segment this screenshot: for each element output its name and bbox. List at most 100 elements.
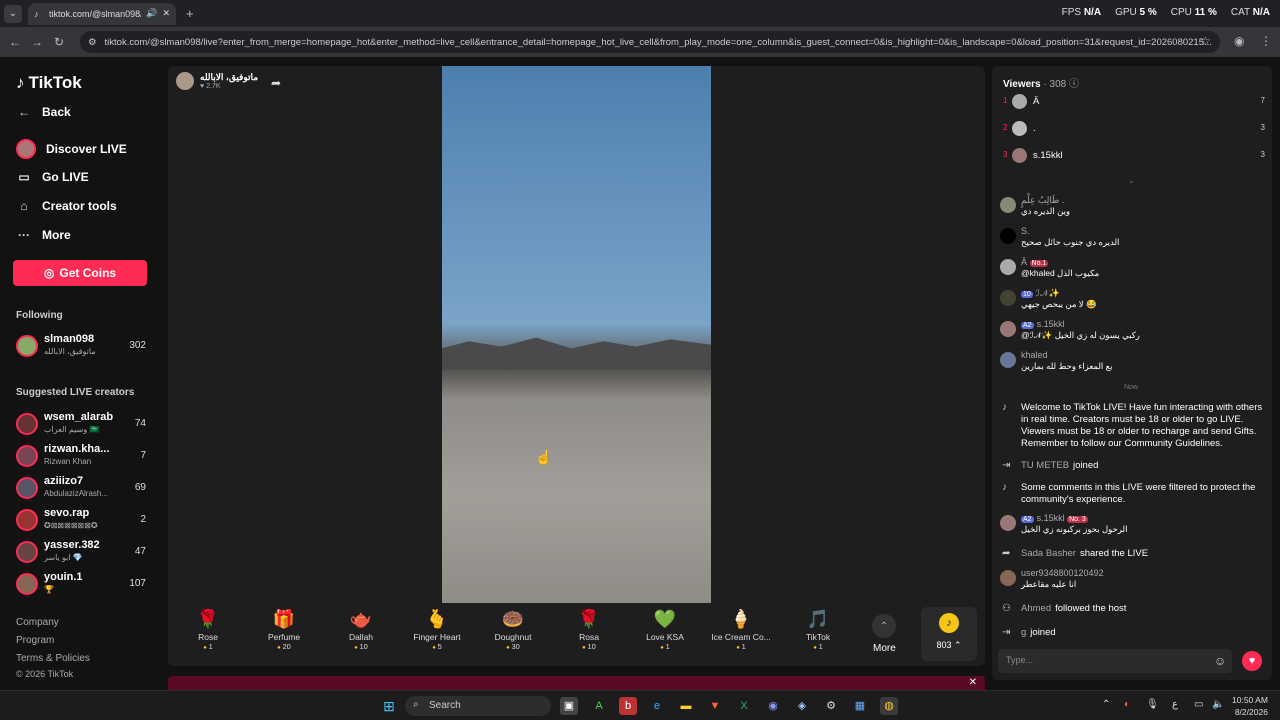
- following-item[interactable]: slman098 ماتوفيق، الابالله 302: [16, 333, 146, 361]
- speaker-icon[interactable]: 🔊: [146, 8, 157, 19]
- get-coins-button[interactable]: ◎ Get Coins: [13, 260, 147, 286]
- viewers-header[interactable]: Viewers · 308 ⓘ: [1003, 75, 1079, 90]
- photos-icon[interactable]: ▦: [851, 697, 869, 715]
- brave-icon[interactable]: ▼: [706, 697, 724, 715]
- sidebar: ♪ TikTok ← Back Discover LIVE ▭ Go LIVE ⌂ Cr…: [0, 57, 160, 690]
- suggested-creator[interactable]: sevo.rap ✪⊠⊠⊠⊠⊠⊠✪ 2: [16, 507, 146, 535]
- avatar: [1000, 197, 1016, 213]
- bookmark-star-icon[interactable]: ☆: [1200, 34, 1211, 48]
- gift-name: Rosa: [579, 632, 599, 642]
- info-icon[interactable]: ⓘ: [1069, 79, 1079, 90]
- footer-company-link[interactable]: Company: [16, 617, 59, 628]
- app-icon[interactable]: b: [619, 697, 637, 715]
- message-user[interactable]: A2 s.15kkl No. 3: [1021, 513, 1091, 523]
- tab-search-button[interactable]: ⌄: [4, 4, 22, 23]
- suggested-creator[interactable]: rizwan.kha... Rizwan Khan 7: [16, 443, 146, 471]
- gift-item[interactable]: 🌹 Rosa10: [559, 606, 619, 651]
- tray-app-icon[interactable]: ◐: [1124, 699, 1130, 710]
- viewer-name: .: [1033, 123, 1036, 134]
- task-view-icon[interactable]: ▣: [560, 697, 578, 715]
- new-tab-button[interactable]: +: [186, 6, 194, 21]
- like-heart-button[interactable]: ♥: [1242, 651, 1262, 671]
- settings-icon[interactable]: ⚙: [822, 697, 840, 715]
- emoji-icon[interactable]: ☺: [1214, 654, 1226, 668]
- share-icon[interactable]: ➦: [271, 76, 281, 90]
- suggested-creator[interactable]: youin.1 🏆 107: [16, 571, 146, 599]
- message-user[interactable]: Ä No.1: [1021, 257, 1051, 267]
- creator-subtitle: ماتوفيق، الابالله: [44, 347, 96, 356]
- message-user[interactable]: S.: [1021, 226, 1030, 236]
- gift-item[interactable]: 🍦 Ice Cream Co...1: [711, 606, 771, 651]
- language-indicator[interactable]: ع: [1172, 699, 1178, 710]
- sidebar-item-creator-tools[interactable]: ⌂ Creator tools: [16, 199, 116, 213]
- more-gifts-button[interactable]: More: [873, 643, 896, 654]
- edge-icon[interactable]: e: [648, 697, 666, 715]
- gift-name: Doughnut: [494, 632, 532, 642]
- volume-icon[interactable]: 🔈: [1212, 699, 1224, 710]
- reload-icon[interactable]: ↻: [48, 35, 70, 49]
- event-user[interactable]: g: [1021, 627, 1026, 638]
- browser-menu-icon[interactable]: ⋮: [1260, 34, 1272, 48]
- event-user[interactable]: Ahmed: [1021, 603, 1051, 614]
- discord-icon[interactable]: ◉: [764, 697, 782, 715]
- tray-chevron-icon[interactable]: ⌃: [1102, 699, 1110, 710]
- message-user[interactable]: A2 s.15kkl: [1021, 319, 1065, 329]
- chevron-down-icon[interactable]: ⌄: [1128, 176, 1135, 185]
- back-arrow-icon[interactable]: ←: [4, 35, 26, 49]
- host-info[interactable]: ماتوفيق، الابالله ♥ 2.7K: [176, 72, 258, 90]
- suggested-creator[interactable]: yasser.382 ابو ياسر 💎 47: [16, 539, 146, 567]
- tab-close-icon[interactable]: ✕: [162, 8, 170, 19]
- footer-program-link[interactable]: Program: [16, 635, 54, 646]
- sidebar-item-go-live[interactable]: ▭ Go LIVE: [16, 170, 88, 184]
- forward-arrow-icon[interactable]: →: [26, 35, 48, 49]
- avatar: [16, 509, 38, 531]
- gift-item[interactable]: 🫖 Dallah10: [331, 606, 391, 651]
- url-field[interactable]: ⚙ tiktok.com/@slman098/live?enter_from_m…: [80, 31, 1220, 53]
- creator-subtitle: ابو ياسر 💎: [44, 553, 83, 562]
- app-icon[interactable]: A: [590, 697, 608, 715]
- message-user[interactable]: khaled: [1021, 350, 1048, 360]
- suggested-creator[interactable]: aziiizo7 AbdulazizAlrash... 69: [16, 475, 146, 503]
- message-user[interactable]: user9348800120492: [1021, 568, 1104, 578]
- message-user[interactable]: 10 ℐ𝒩✨: [1021, 288, 1060, 299]
- close-banner-icon[interactable]: ✕: [969, 677, 977, 688]
- finger-heart-icon: 🫰: [425, 609, 449, 629]
- windows-start-icon[interactable]: ⊞: [380, 697, 398, 715]
- event-user[interactable]: Sada Basher: [1021, 548, 1076, 559]
- coin-balance[interactable]: ♪ 803 ⌃: [921, 607, 977, 661]
- sidebar-item-discover-live[interactable]: Discover LIVE: [16, 139, 127, 159]
- gift-item[interactable]: 🍩 Doughnut30: [483, 606, 543, 651]
- site-info-icon[interactable]: ⚙: [88, 37, 97, 48]
- event-user[interactable]: TU METEB: [1021, 460, 1069, 471]
- back-link[interactable]: ← Back: [16, 105, 71, 119]
- chat-input[interactable]: Type...: [998, 649, 1232, 673]
- taskbar-search[interactable]: ⌕ Search: [405, 696, 551, 716]
- network-icon[interactable]: ▭: [1194, 699, 1203, 710]
- live-video[interactable]: [442, 66, 711, 603]
- gift-item[interactable]: 🎵 TikTok1: [788, 606, 848, 651]
- suggested-creator[interactable]: wsem_alarab وسيم العراب 🇸🇦 74: [16, 411, 146, 439]
- top-viewer-row[interactable]: 1 Ä 7: [1003, 94, 1265, 110]
- clock[interactable]: 10:50 AM 8/2/2026: [1232, 694, 1268, 718]
- gift-item[interactable]: 🫰 Finger Heart5: [407, 606, 467, 651]
- chrome-icon[interactable]: ◍: [880, 697, 898, 715]
- microphone-icon[interactable]: 🎙: [1146, 699, 1159, 710]
- profile-icon[interactable]: ◉: [1234, 34, 1244, 48]
- creator-name: rizwan.kha...: [44, 443, 110, 455]
- sidebar-item-more[interactable]: ··· More: [16, 228, 71, 242]
- more-gifts-chevron-icon[interactable]: ⌃: [872, 614, 896, 638]
- steam-icon[interactable]: ◈: [793, 697, 811, 715]
- message-text: انا عليه مقاعطر: [1021, 579, 1077, 589]
- footer-terms-link[interactable]: Terms & Policies: [16, 653, 90, 664]
- gift-item[interactable]: 🌹 Rose1: [178, 606, 238, 651]
- excel-icon[interactable]: X: [735, 697, 753, 715]
- folder-icon[interactable]: ▬: [677, 697, 695, 715]
- browser-tab[interactable]: ♪ tiktok.com/@slman098/live 🔊 ✕: [28, 2, 176, 25]
- message-user[interactable]: طَالِبُ عِلْمٍ .: [1021, 195, 1064, 206]
- top-viewer-row[interactable]: 2.3: [1003, 121, 1265, 137]
- gift-item[interactable]: 🎁 Perfume20: [254, 606, 314, 651]
- creator-subtitle: وسيم العراب 🇸🇦: [44, 425, 100, 434]
- gift-item[interactable]: 💚 Love KSA1: [635, 606, 695, 651]
- top-viewer-row[interactable]: 3 s.15kkl 3: [1003, 148, 1265, 164]
- tiktok-logo[interactable]: ♪ TikTok: [16, 73, 82, 93]
